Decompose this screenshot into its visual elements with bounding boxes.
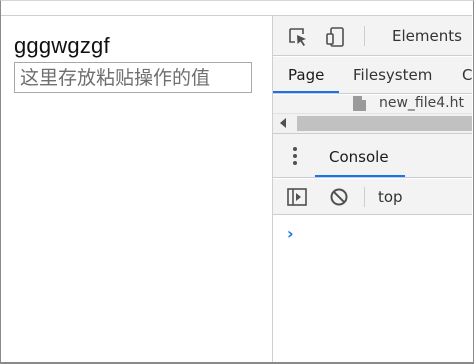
paste-value-input[interactable] (14, 62, 252, 93)
devtools-main-toolbar: Elements (273, 16, 472, 56)
console-tab-indicator (315, 175, 405, 177)
console-output[interactable]: › (273, 216, 472, 362)
console-toolbar: top (273, 179, 472, 215)
devtools-panel: Elements Page Filesystem C new_file4.ht … (272, 15, 472, 362)
toolbar-divider (364, 187, 365, 207)
page-content: gggwgzgf (1, 15, 272, 362)
file-icon (353, 96, 366, 111)
tab-console[interactable]: Console (329, 148, 389, 166)
console-prompt-icon: › (287, 224, 294, 243)
context-selector[interactable]: top (378, 188, 403, 206)
tab-elements[interactable]: Elements (392, 27, 462, 45)
sources-navigator-tabs: Page Filesystem C (273, 57, 472, 94)
active-tab-indicator (273, 91, 339, 93)
tab-page[interactable]: Page (288, 66, 324, 84)
file-name: new_file4.ht (379, 95, 464, 111)
inspect-element-icon[interactable] (285, 24, 311, 50)
show-sidebar-icon[interactable] (284, 184, 310, 210)
clear-console-icon[interactable] (326, 184, 352, 210)
tab-filesystem[interactable]: Filesystem (353, 66, 432, 84)
horizontal-scrollbar[interactable] (273, 113, 472, 133)
tab-overflow[interactable]: C (462, 66, 472, 84)
page-text: gggwgzgf (14, 33, 110, 58)
device-toolbar-icon[interactable] (323, 24, 349, 50)
scrollbar-thumb[interactable] (297, 116, 472, 131)
toolbar-divider (364, 26, 365, 46)
scroll-left-icon[interactable] (280, 118, 286, 128)
more-vertical-icon[interactable] (293, 147, 299, 167)
drawer-tab-bar: Console (273, 133, 472, 178)
file-tree-item[interactable]: new_file4.ht (273, 95, 472, 113)
